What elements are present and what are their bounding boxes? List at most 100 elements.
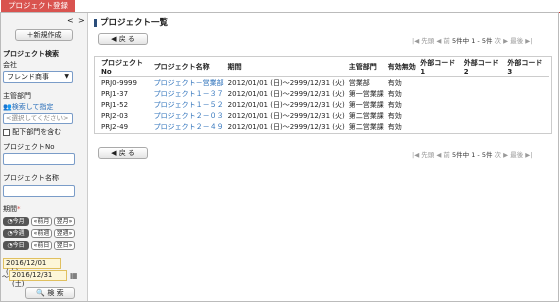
column-header[interactable]: 有効無効 <box>385 58 419 77</box>
pager-first-button[interactable]: |◀ 先頭 <box>412 151 434 159</box>
project-no-input[interactable] <box>3 153 75 165</box>
today-button[interactable]: ◔今日 <box>3 241 29 250</box>
table-row: PRJ0-9999 プロジェクト－営業部 2012/01/01 (日)～2999… <box>99 77 549 89</box>
prev-day-button[interactable]: «前日 <box>31 241 52 250</box>
cell-status: 有効 <box>387 89 402 98</box>
this-month-button[interactable]: ◔今月 <box>3 217 29 226</box>
dept-field[interactable]: <選択してください> <box>3 113 73 124</box>
dept-search-link-label: 検索して指定 <box>11 103 54 111</box>
back-button-top[interactable]: ◀ 戻 る <box>98 33 148 45</box>
cell-project-no: PRJ0-9999 <box>101 78 137 87</box>
next-day-button[interactable]: 翌日» <box>54 241 75 250</box>
cell-period: 2012/01/01 (日)～2999/12/31 (火) <box>227 78 345 87</box>
back-button-top-label: 戻 る <box>118 35 135 43</box>
cell-ext2 <box>462 88 506 99</box>
project-name-link[interactable]: プロジェクト１－３７ <box>152 88 226 99</box>
search-icon: 🔍 <box>36 289 46 297</box>
prev-month-button[interactable]: «前月 <box>31 217 52 226</box>
company-select[interactable]: フレンド商事 ▼ <box>3 71 73 83</box>
pager-status: 5件中 1 - 5件 <box>452 37 493 45</box>
cell-ext1 <box>418 99 462 110</box>
new-button[interactable]: ＋新規作成 <box>15 29 73 41</box>
cell-status: 有効 <box>387 100 402 109</box>
date-from-field[interactable]: 2016/12/01 (木) <box>3 258 61 276</box>
search-title: プロジェクト検索 <box>3 50 59 58</box>
sidebar-next-button[interactable]: > <box>78 16 85 25</box>
search-button-label: 検 索 <box>47 289 64 297</box>
results-table: プロジェクトNo プロジェクト名称 期間 主管部門 有効無効 外部コード1 外部… <box>99 58 549 132</box>
arrow-left-icon: ◀ <box>111 35 117 43</box>
pager-last-button[interactable]: 最後 ▶| <box>510 151 532 159</box>
cell-status: 有効 <box>387 111 402 120</box>
project-name-link[interactable]: プロジェクト２－４９ <box>152 121 226 132</box>
calendar-icon[interactable]: ▦ <box>70 271 78 280</box>
pager-prev-button[interactable]: ◀ 前 <box>436 151 450 159</box>
project-name-link[interactable]: プロジェクト－営業部 <box>152 77 226 89</box>
cell-dept: 第二営業課 <box>348 111 384 120</box>
next-week-label: 翌週 <box>56 230 69 237</box>
next-month-button[interactable]: 翌月» <box>54 217 75 226</box>
date-to-field[interactable]: 2016/12/31 (土) <box>9 270 67 288</box>
arrow-left-icon: ◀ <box>111 149 117 157</box>
pager-next-button[interactable]: 次 ▶ <box>495 37 509 45</box>
cell-ext3 <box>505 121 549 132</box>
pager-next-button[interactable]: 次 ▶ <box>495 151 509 159</box>
next-week-button[interactable]: 翌週» <box>54 229 75 238</box>
cell-status: 有効 <box>387 78 402 87</box>
prev-day-label: 前日 <box>37 242 50 249</box>
prev-month-label: 前月 <box>37 218 50 225</box>
sidebar: < > ＋新規作成 プロジェクト検索 会社 フレンド商事 ▼ 主管部門 👥検索し… <box>1 13 88 301</box>
column-header[interactable]: 外部コード3 <box>505 58 549 77</box>
cell-period: 2012/01/01 (日)～2999/12/31 (火) <box>227 89 345 98</box>
pager-first-label: 先頭 <box>421 151 435 159</box>
pager-first-label: 先頭 <box>421 37 435 45</box>
pager-first-button[interactable]: |◀ 先頭 <box>412 37 434 45</box>
table-row: PRJ2-03 プロジェクト２－０３ 2012/01/01 (日)～2999/1… <box>99 110 549 121</box>
cell-ext3 <box>505 99 549 110</box>
column-header[interactable]: プロジェクトNo <box>99 58 152 77</box>
chevron-right-icon: » <box>68 218 73 225</box>
required-mark: * <box>17 205 21 213</box>
column-header[interactable]: 外部コード2 <box>461 58 506 77</box>
next-day-label: 翌日 <box>56 242 69 249</box>
pager-next-label: 次 <box>494 37 502 45</box>
cell-dept: 第一営業課 <box>348 100 384 109</box>
prev-week-button[interactable]: «前週 <box>31 229 52 238</box>
pager-prev-label: 前 <box>443 151 450 159</box>
chevron-right-icon: » <box>68 242 73 249</box>
cell-ext1 <box>418 77 462 89</box>
column-header[interactable]: 期間 <box>225 58 347 77</box>
include-sub-checkbox[interactable]: 配下部門を含む <box>3 127 61 137</box>
pager-next-label: 次 <box>494 151 502 159</box>
pager-prev-button[interactable]: ◀ 前 <box>436 37 450 45</box>
column-header[interactable]: 外部コード1 <box>418 58 462 77</box>
search-button[interactable]: 🔍 検 索 <box>25 287 75 299</box>
table-header-row: プロジェクトNo プロジェクト名称 期間 主管部門 有効無効 外部コード1 外部… <box>99 58 549 77</box>
cell-project-no: PRJ2-49 <box>101 122 129 131</box>
column-header[interactable]: プロジェクト名称 <box>151 58 226 77</box>
cell-ext3 <box>505 110 549 121</box>
period-label-text: 期間 <box>3 205 17 213</box>
column-header[interactable]: 主管部門 <box>346 58 386 77</box>
back-button-bottom-label: 戻 る <box>118 149 135 157</box>
sidebar-prev-button[interactable]: < <box>67 16 74 25</box>
cell-ext1 <box>418 121 462 132</box>
back-button-bottom[interactable]: ◀ 戻 る <box>98 147 148 159</box>
cell-status: 有効 <box>387 122 402 131</box>
project-name-input[interactable] <box>3 185 75 197</box>
dept-search-link[interactable]: 👥検索して指定 <box>3 102 54 112</box>
date-tilde: ～ <box>2 273 9 281</box>
project-name-link[interactable]: プロジェクト１－５２ <box>152 99 226 110</box>
this-week-button[interactable]: ◔今週 <box>3 229 29 238</box>
today-label: 今日 <box>12 242 25 249</box>
project-name-link[interactable]: プロジェクト２－０３ <box>152 110 226 121</box>
pager-last-button[interactable]: 最後 ▶| <box>510 37 532 45</box>
cell-period: 2012/01/01 (日)～2999/12/31 (火) <box>227 100 345 109</box>
dept-label: 主管部門 <box>3 92 31 100</box>
prev-week-label: 前週 <box>37 230 50 237</box>
cell-ext2 <box>462 121 506 132</box>
cell-ext3 <box>505 77 549 89</box>
cell-dept: 第一営業課 <box>348 89 384 98</box>
company-label: 会社 <box>3 61 17 69</box>
tab-project-registration[interactable]: プロジェクト登録 <box>1 0 75 12</box>
